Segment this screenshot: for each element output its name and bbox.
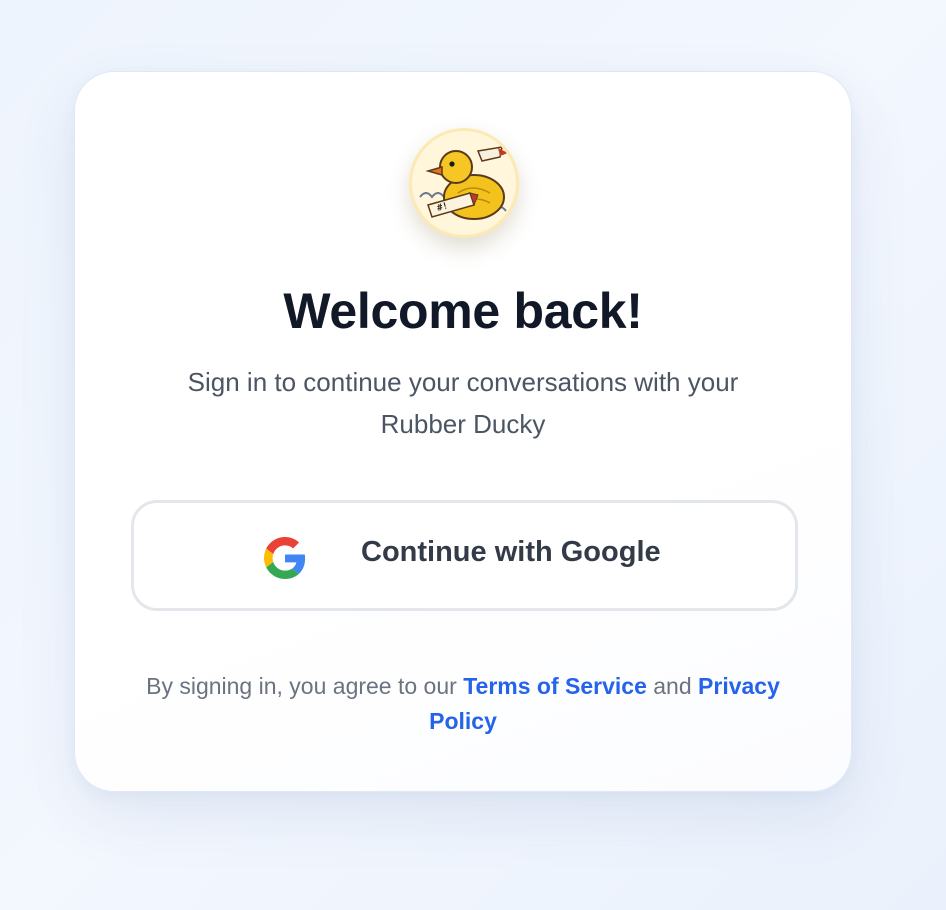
continue-with-google-button[interactable]: Continue with Google (131, 500, 798, 611)
subtitle: Sign in to continue your conversations w… (187, 367, 739, 439)
google-button-label: Continue with Google (361, 536, 661, 568)
legal-prefix: By signing in, you agree to our (146, 673, 457, 699)
terms-of-service-link[interactable]: Terms of Service (463, 673, 647, 699)
rubber-duck-logo: #! (409, 128, 519, 238)
page-title: Welcome back! (283, 283, 643, 339)
legal-notice: By signing in, you agree to our Terms of… (125, 669, 801, 739)
legal-and: and (653, 673, 692, 699)
google-icon (264, 537, 306, 579)
sign-in-card: #! Welcome back! Sign in to continue you… (74, 71, 852, 792)
rubber-duck-icon: #! (412, 131, 516, 235)
